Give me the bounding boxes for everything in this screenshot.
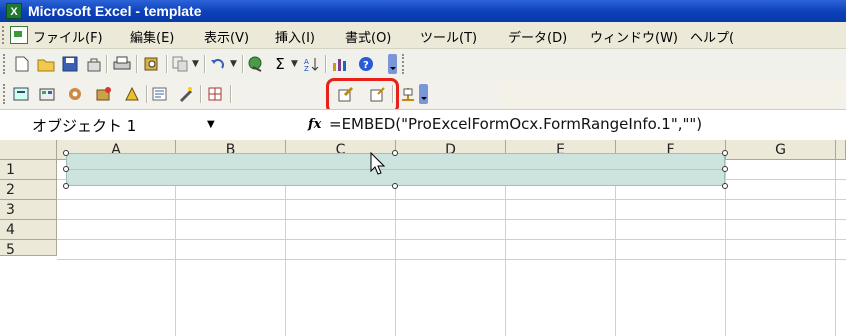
- formula-input[interactable]: =EMBED("ProExcelFormOcx.FormRangeInfo.1"…: [329, 115, 702, 133]
- grid-line: [57, 239, 846, 240]
- formula-bar: オブジェクト 1 ▼ fx =EMBED("ProExcelFormOcx.Fo…: [0, 109, 846, 142]
- excel-icon[interactable]: X: [6, 3, 22, 19]
- resize-handle[interactable]: [722, 183, 728, 189]
- copy-icon[interactable]: [170, 54, 190, 74]
- hyperlink-icon[interactable]: [246, 54, 266, 74]
- menubar-grip[interactable]: [2, 26, 8, 44]
- menu-edit[interactable]: 編集(E): [130, 27, 174, 46]
- chevron-down-icon[interactable]: ▼: [207, 119, 215, 130]
- svg-text:Z: Z: [304, 65, 309, 72]
- copy-dropdown-icon[interactable]: ▼: [192, 59, 199, 69]
- row-header-5[interactable]: 5: [0, 240, 57, 258]
- autosum-icon[interactable]: Σ: [270, 54, 290, 74]
- control-toolbar: [0, 79, 846, 109]
- toolbar-separator: [242, 55, 244, 73]
- row-header-3[interactable]: 3: [0, 200, 57, 220]
- menu-data[interactable]: データ(D): [508, 27, 567, 46]
- script-editor-icon[interactable]: [176, 84, 196, 104]
- name-box[interactable]: オブジェクト 1 ▼: [0, 110, 236, 141]
- resize-handle[interactable]: [392, 150, 398, 156]
- toolbar-separator: [106, 55, 108, 73]
- grid-line: [57, 259, 846, 260]
- visual-basic-icon[interactable]: [150, 84, 170, 104]
- print-icon[interactable]: [112, 54, 132, 74]
- resize-handle[interactable]: [63, 183, 69, 189]
- form-icon[interactable]: [12, 84, 32, 104]
- chart-wizard-icon[interactable]: [330, 54, 350, 74]
- fx-icon[interactable]: fx: [308, 117, 321, 132]
- menu-tools[interactable]: ツール(T): [420, 27, 477, 46]
- toolbar-options-icon[interactable]: [419, 84, 428, 104]
- grid-line: [615, 160, 616, 336]
- toolbar-separator: [204, 55, 206, 73]
- save-icon[interactable]: [60, 54, 80, 74]
- resize-handle[interactable]: [63, 166, 69, 172]
- toolbar-background: [500, 79, 846, 109]
- toolbar-separator: [136, 55, 138, 73]
- grid-line: [835, 160, 836, 336]
- research-icon[interactable]: [142, 54, 162, 74]
- row-header-2[interactable]: 2: [0, 180, 57, 200]
- title-bar: X Microsoft Excel - template: [0, 0, 846, 22]
- menu-format[interactable]: 書式(O): [345, 27, 391, 46]
- toolbox-icon[interactable]: [38, 84, 58, 104]
- resize-handle[interactable]: [63, 150, 69, 156]
- toolbar-separator: [166, 55, 168, 73]
- menu-view[interactable]: 表示(V): [204, 27, 249, 46]
- menu-insert[interactable]: 挿入(I): [275, 27, 315, 46]
- resize-handle[interactable]: [392, 183, 398, 189]
- toolbar-grip[interactable]: [3, 54, 9, 74]
- toolbar-grip[interactable]: [3, 84, 9, 104]
- autosum-dropdown-icon[interactable]: ▼: [291, 59, 298, 69]
- new-icon[interactable]: [12, 54, 32, 74]
- security-icon[interactable]: [122, 84, 142, 104]
- document-icon[interactable]: [10, 26, 28, 44]
- name-box-value: オブジェクト 1: [32, 117, 137, 135]
- design-mode-icon[interactable]: [206, 84, 226, 104]
- macro-icon[interactable]: [66, 84, 86, 104]
- undo-icon[interactable]: [208, 54, 228, 74]
- sort-ascending-icon[interactable]: AZ: [302, 54, 322, 74]
- toolbar-separator: [325, 55, 327, 73]
- toolbar-grip[interactable]: [402, 54, 408, 74]
- column-header-h[interactable]: [836, 140, 846, 160]
- dialog-icon[interactable]: [398, 84, 418, 104]
- window-title: Microsoft Excel - template: [28, 3, 202, 19]
- help-icon[interactable]: ?: [356, 54, 376, 74]
- select-all-corner[interactable]: [0, 140, 57, 160]
- permission-icon[interactable]: [84, 54, 104, 74]
- menu-window[interactable]: ウィンドウ(W): [590, 27, 678, 46]
- embedded-object-midline: [66, 169, 725, 170]
- grid-line: [175, 160, 176, 336]
- grid-line: [285, 160, 286, 336]
- column-header-g[interactable]: G: [726, 140, 836, 160]
- toolbar-separator: [200, 85, 202, 103]
- resize-handle[interactable]: [722, 166, 728, 172]
- menu-help[interactable]: ヘルプ(: [690, 27, 734, 46]
- record-macro-icon[interactable]: [94, 84, 114, 104]
- open-icon[interactable]: [36, 54, 56, 74]
- row-header-4[interactable]: 4: [0, 220, 57, 240]
- undo-dropdown-icon[interactable]: ▼: [230, 59, 237, 69]
- menu-file[interactable]: ファイル(F): [33, 27, 103, 46]
- menu-bar: ファイル(F) 編集(E) 表示(V) 挿入(I) 書式(O) ツール(T) デ…: [0, 22, 846, 49]
- svg-text:?: ?: [363, 60, 369, 71]
- resize-handle[interactable]: [722, 150, 728, 156]
- toolbar-separator: [230, 85, 232, 103]
- standard-toolbar: ▼ ▼ Σ ▼ AZ ? ▼: [0, 49, 846, 124]
- grid-line: [57, 219, 846, 220]
- toolbar-separator: [146, 85, 148, 103]
- toolbar-options-icon[interactable]: [388, 54, 397, 74]
- mouse-cursor-icon: [370, 152, 386, 175]
- grid-line: [505, 160, 506, 336]
- row-header-1[interactable]: 1: [0, 160, 57, 180]
- grid-line: [57, 199, 846, 200]
